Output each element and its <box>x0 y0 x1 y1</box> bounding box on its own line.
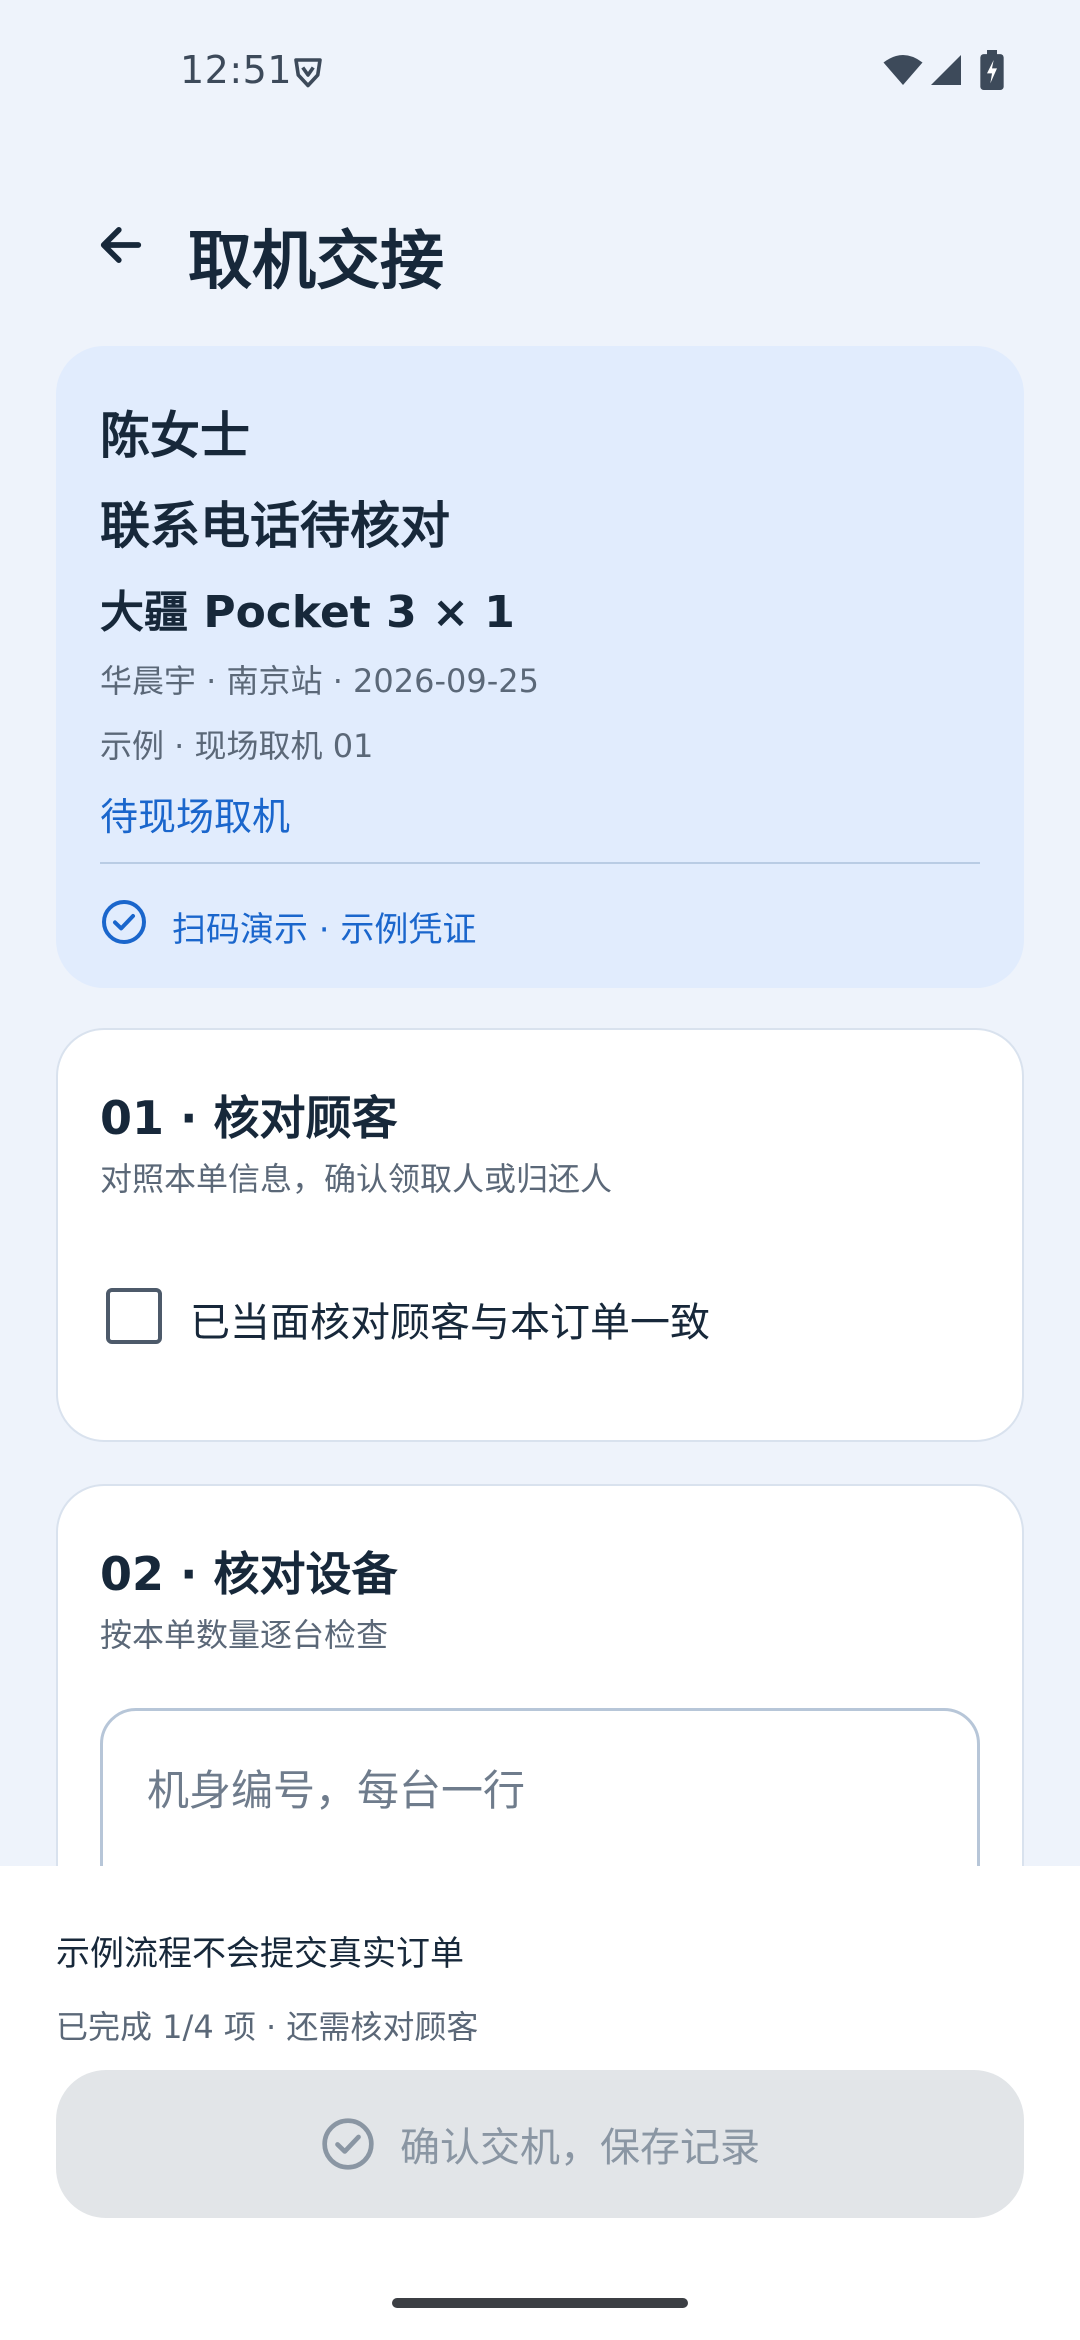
progress-text: 已完成 1/4 项 · 还需核对顾客 <box>56 2008 479 2046</box>
page-title: 取机交接 <box>188 225 444 299</box>
verify-customer-checkbox[interactable] <box>106 1288 162 1344</box>
wifi-icon <box>883 55 923 85</box>
signal-icon <box>931 55 961 85</box>
battery-charging-icon <box>980 50 1004 90</box>
handover-screen: 12:51 取机交接 陈女士 联系电话待核对 大疆 Pocket 3 × 1 华… <box>0 0 1080 2340</box>
step-title: 02 · 核对设备 <box>100 1547 398 1601</box>
serial-number-placeholder: 机身编号，每台一行 <box>147 1766 526 1815</box>
customer-name: 陈女士 <box>100 407 250 465</box>
status-bar: 12:51 <box>0 0 1080 140</box>
step-title: 01 · 核对顾客 <box>100 1091 398 1145</box>
order-meta-line: 示例 · 现场取机 01 <box>100 727 374 765</box>
step-subtitle: 对照本单信息，确认领取人或归还人 <box>100 1160 613 1198</box>
check-circle-icon <box>102 900 146 944</box>
step-verify-customer-card: 01 · 核对顾客 对照本单信息，确认领取人或归还人 已当面核对顾客与本订单一致 <box>56 1028 1024 1442</box>
step-subtitle: 按本单数量逐台检查 <box>100 1616 389 1654</box>
app-header: 取机交接 <box>0 190 1080 300</box>
home-indicator[interactable] <box>392 2298 688 2308</box>
bottom-action-bar: 示例流程不会提交真实订单 已完成 1/4 项 · 还需核对顾客 确认交机，保存记… <box>0 1866 1080 2340</box>
scan-demo-label[interactable]: 扫码演示 · 示例凭证 <box>172 902 476 951</box>
phone-status: 联系电话待核对 <box>100 497 450 555</box>
device-line: 大疆 Pocket 3 × 1 <box>100 587 515 638</box>
order-meta-line: 华晨宇 · 南京站 · 2026-09-25 <box>100 662 540 700</box>
divider <box>100 862 980 864</box>
pickup-status: 待现场取机 <box>100 795 291 839</box>
check-circle-icon <box>322 2118 374 2170</box>
verify-customer-label[interactable]: 已当面核对顾客与本订单一致 <box>190 1290 710 1348</box>
confirm-handover-button[interactable]: 确认交机，保存记录 <box>56 2070 1024 2218</box>
arrow-left-icon <box>100 227 142 263</box>
confirm-handover-label: 确认交机，保存记录 <box>400 2125 760 2171</box>
order-summary-card: 陈女士 联系电话待核对 大疆 Pocket 3 × 1 华晨宇 · 南京站 · … <box>56 346 1024 988</box>
demo-notice: 示例流程不会提交真实订单 <box>56 1934 464 1974</box>
status-time: 12:51 <box>180 48 293 92</box>
shield-icon <box>294 58 322 88</box>
back-button[interactable] <box>88 212 154 278</box>
